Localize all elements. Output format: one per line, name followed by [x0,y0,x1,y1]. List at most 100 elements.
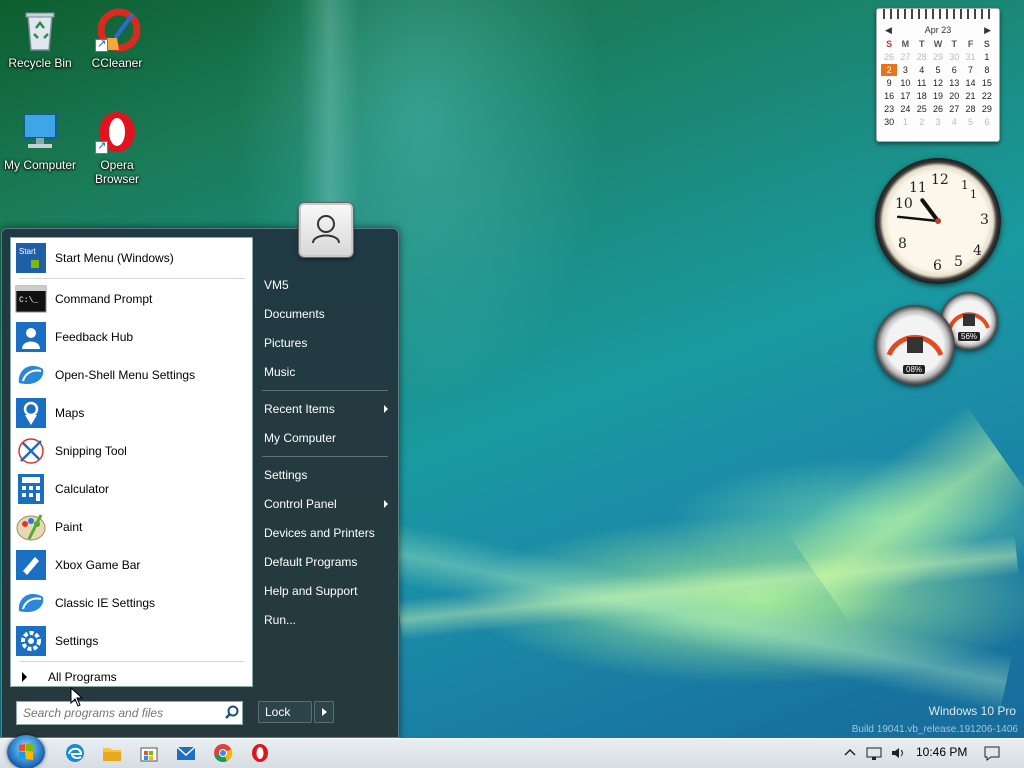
start-menu-link[interactable]: Devices and Printers [262,520,392,546]
start-menu-link-label: Recent Items [264,402,335,416]
file-explorer-icon[interactable] [101,742,123,764]
calendar-day[interactable]: 4 [946,116,962,128]
maps-icon [15,397,47,429]
calendar-day[interactable]: 14 [962,77,978,89]
start-menu-link[interactable]: Help and Support [262,578,392,604]
clock-time[interactable]: 10:46 PM [916,745,967,759]
all-programs-button[interactable]: All Programs [11,667,254,687]
edge-icon[interactable] [64,742,86,764]
start-menu-link-label: Music [264,365,296,379]
start-menu-link[interactable]: Music [262,359,392,385]
shutdown-options-button[interactable] [314,701,334,723]
calendar-day[interactable]: 27 [946,103,962,115]
calendar-day[interactable]: 19 [930,90,946,102]
calendar-day[interactable]: 16 [881,90,897,102]
calendar-day[interactable]: 12 [930,77,946,89]
program-item[interactable]: Classic IE Settings [11,585,254,621]
calendar-day[interactable]: 2 [881,64,898,76]
windows-logo-icon [19,743,33,760]
user-picture[interactable] [299,203,353,257]
program-item[interactable]: C:\_ Command Prompt [11,281,254,317]
start-menu-link[interactable]: Recent Items [262,396,392,422]
calendar-day[interactable]: 15 [979,77,995,89]
desktop-icon-recycle-bin[interactable]: Recycle Bin [0,8,80,70]
calendar-day[interactable]: 1 [979,51,995,63]
program-item[interactable]: Maps [11,395,254,431]
volume-icon[interactable] [890,744,906,762]
search-box[interactable] [16,701,243,725]
desktop-icon-opera[interactable]: Opera Browser [77,110,157,186]
calendar-day[interactable]: 13 [946,77,962,89]
search-input[interactable] [17,706,222,720]
program-item[interactable]: Open-Shell Menu Settings [11,357,254,393]
network-icon[interactable] [866,744,882,762]
start-menu-link[interactable]: Control Panel [262,491,392,517]
calendar-day[interactable]: 1 [897,116,913,128]
program-item[interactable]: Snipping Tool [11,433,254,469]
calendar-day[interactable]: 6 [946,64,962,76]
search-icon[interactable] [222,703,242,723]
show-hidden-icon[interactable] [842,744,858,762]
mail-icon[interactable] [175,742,197,764]
program-item[interactable]: Xbox Game Bar [11,547,254,583]
calendar-day[interactable]: 24 [897,103,913,115]
program-item[interactable]: Paint [11,509,254,545]
calendar-day[interactable]: 26 [930,103,946,115]
calendar-gadget[interactable]: ◀ Apr 23 ▶ S M T W T F S 26 27 28 29 30 31 1 2 3 4 5 6 7 8 9 1… [876,8,1000,142]
calendar-day[interactable]: 7 [962,64,978,76]
prev-month-button[interactable]: ◀ [885,25,892,36]
calendar-day[interactable]: 21 [962,90,978,102]
start-menu-link[interactable]: Settings [262,462,392,488]
next-month-button[interactable]: ▶ [984,25,991,36]
calendar-day[interactable]: 31 [962,51,978,63]
clock-gadget[interactable]: 12 1 3 4 5 6 8 10 11 1 [875,158,1001,284]
desktop-icon-label: CCleaner [91,56,143,70]
calendar-day[interactable]: 4 [914,64,930,76]
calendar-day[interactable]: 30 [946,51,962,63]
calendar-day[interactable]: 29 [930,51,946,63]
calendar-day[interactable]: 9 [881,77,897,89]
start-menu-link[interactable]: Run... [262,607,392,633]
notification-icon[interactable] [984,744,1000,762]
calendar-day[interactable]: 6 [979,116,995,128]
calendar-day[interactable]: 28 [914,51,930,63]
calendar-day[interactable]: 28 [962,103,978,115]
calendar-day[interactable]: 20 [946,90,962,102]
store-icon[interactable] [138,742,160,764]
program-item[interactable]: Feedback Hub [11,319,254,355]
calendar-day[interactable]: 17 [897,90,913,102]
calendar-day[interactable]: 27 [897,51,913,63]
calendar-day[interactable]: 25 [914,103,930,115]
calendar-day[interactable]: 3 [930,116,946,128]
chrome-icon[interactable] [212,742,234,764]
program-item[interactable]: Calculator [11,471,254,507]
start-menu-link[interactable]: Pictures [262,330,392,356]
snipping-tool-icon [15,435,47,467]
desktop-icon-my-computer[interactable]: My Computer [0,110,80,172]
calendar-day[interactable]: 3 [897,64,913,76]
calculator-icon [15,473,47,505]
lock-button[interactable]: Lock [258,701,312,723]
start-button[interactable] [7,735,45,768]
calendar-day[interactable]: 5 [962,116,978,128]
desktop-icon-ccleaner[interactable]: CCleaner [77,8,157,70]
calendar-day[interactable]: 11 [914,77,930,89]
calendar-day[interactable]: 30 [881,116,897,128]
start-menu-link[interactable]: Default Programs [262,549,392,575]
calendar-day[interactable]: 5 [930,64,946,76]
calendar-day[interactable]: 22 [979,90,995,102]
calendar-day[interactable]: 8 [979,64,995,76]
calendar-day[interactable]: 26 [881,51,897,63]
opera-icon[interactable] [249,742,271,764]
calendar-day[interactable]: 10 [897,77,913,89]
calendar-day[interactable]: 29 [979,103,995,115]
calendar-day[interactable]: 18 [914,90,930,102]
weekday-header: M [901,39,910,49]
start-menu-link[interactable]: VM5 [262,272,392,298]
start-menu-link[interactable]: Documents [262,301,392,327]
program-item[interactable]: Settings [11,623,254,659]
program-item[interactable]: Start Start Menu (Windows) [11,240,254,276]
calendar-day[interactable]: 23 [881,103,897,115]
calendar-day[interactable]: 2 [914,116,930,128]
start-menu-link[interactable]: My Computer [262,425,392,451]
